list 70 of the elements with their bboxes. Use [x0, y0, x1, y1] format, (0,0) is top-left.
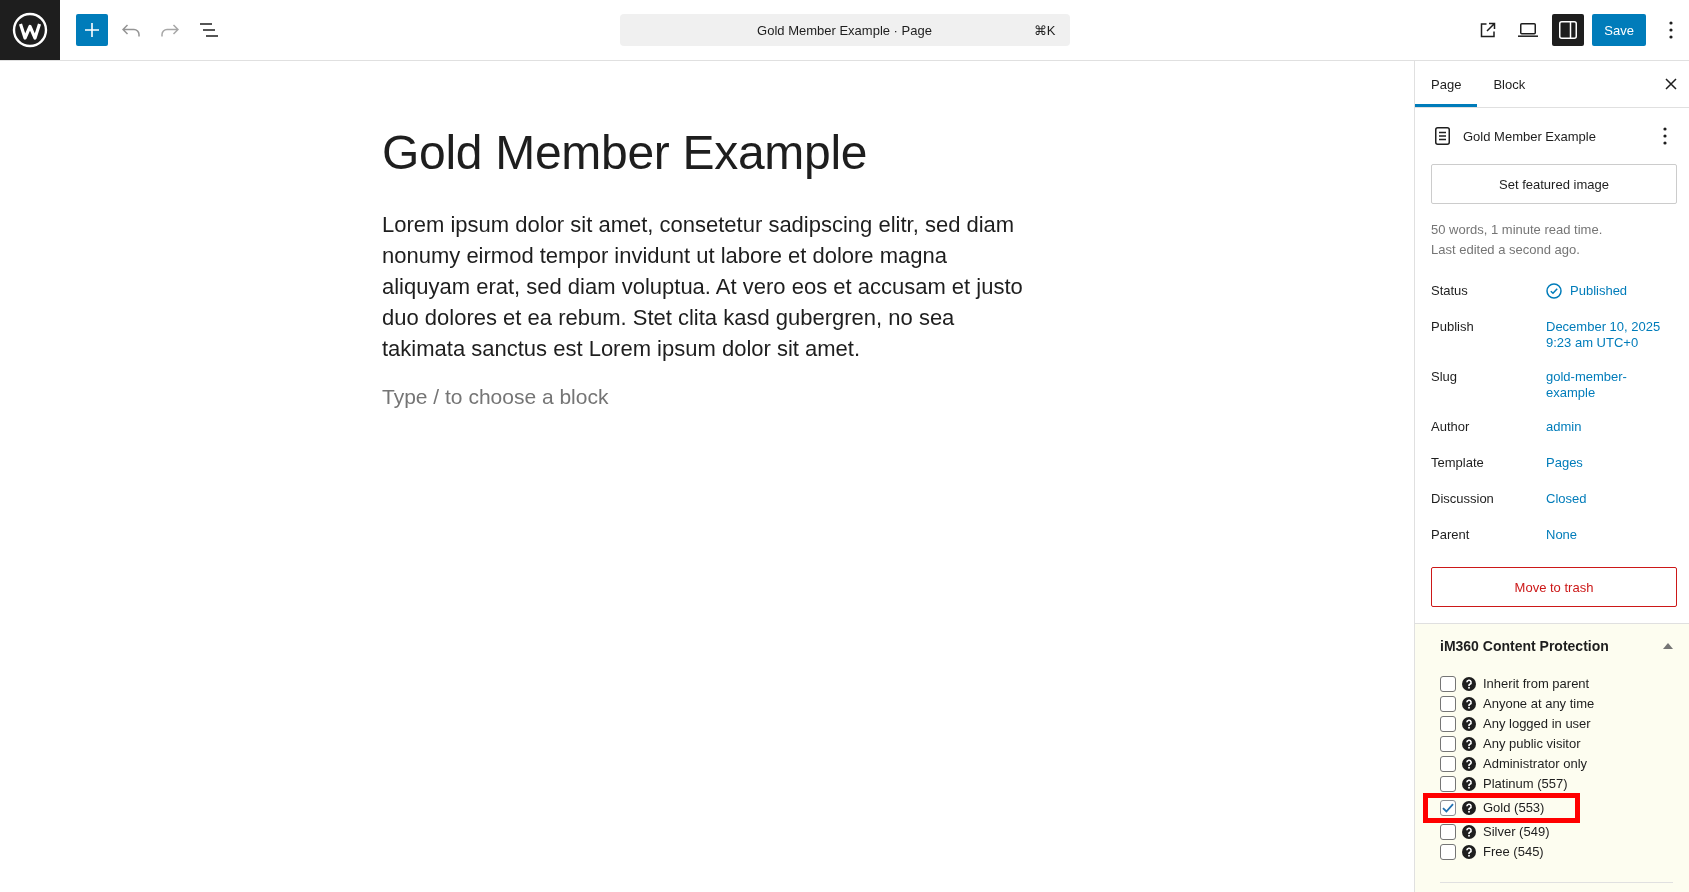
checkbox[interactable] [1440, 716, 1456, 732]
paragraph-text[interactable]: Lorem ipsum dolor sit amet, consetetur sadipscing elitr, sed diam nonumy eirmod tempor invidunt ut labore et dolore magna aliquyam erat, sed diam voluptua. At vero eos et accusam et justo duo dolores et ea rebum. Stet clita kasd gubergren, no sea takimata sanctus est Lorem ipsum dolor sit amet. [382, 208, 1032, 364]
checkbox[interactable] [1440, 844, 1456, 860]
checkbox[interactable] [1440, 824, 1456, 840]
document-title: Gold Member Example [1463, 128, 1596, 144]
field-value[interactable]: Closed [1546, 489, 1671, 507]
help-icon[interactable] [1462, 737, 1476, 751]
sidebar-toggle-button[interactable] [1552, 14, 1585, 46]
set-featured-image-button[interactable]: Set featured image [1431, 164, 1677, 204]
option-label: Inherit from parent [1483, 676, 1590, 692]
field-value[interactable]: None [1546, 525, 1671, 543]
field-label: Author [1431, 418, 1471, 436]
help-icon[interactable] [1462, 845, 1476, 859]
list-view-icon[interactable] [200, 23, 218, 37]
sidebar-tab[interactable]: Block [1477, 61, 1542, 107]
checkbox[interactable] [1440, 800, 1456, 816]
word-count-text: 50 words, 1 minute read time. [1431, 221, 1604, 239]
help-icon[interactable] [1462, 697, 1476, 711]
option-label: Silver (549) [1483, 824, 1550, 840]
option-label: Any public visitor [1483, 736, 1581, 752]
logo-icon[interactable] [0, 0, 60, 60]
undo-icon[interactable] [122, 23, 140, 37]
check-circle-icon [1546, 283, 1562, 299]
help-icon[interactable] [1462, 801, 1476, 815]
close-icon[interactable] [1665, 78, 1677, 90]
panel-title[interactable]: iM360 Content Protection [1440, 638, 1609, 654]
field-label: Discussion [1431, 490, 1495, 508]
add-block-button[interactable] [76, 14, 108, 46]
plus-icon [85, 23, 99, 37]
more-options-icon[interactable] [1663, 127, 1667, 145]
field-label: Publish [1431, 318, 1475, 336]
shortcut-hint: ⌘K [1033, 22, 1056, 38]
move-to-trash-button[interactable]: Move to trash [1431, 567, 1677, 607]
field-value[interactable]: December 10, 2025 9:23 am UTC+0 [1546, 317, 1671, 351]
option-label: Administrator only [1483, 756, 1588, 772]
help-icon[interactable] [1462, 777, 1476, 791]
help-icon[interactable] [1462, 825, 1476, 839]
field-value[interactable]: admin [1546, 417, 1671, 435]
status-value[interactable]: Published [1546, 281, 1671, 299]
last-edited-text: Last edited a second ago. [1431, 241, 1581, 259]
page-title[interactable]: Gold Member Example [382, 124, 1032, 182]
field-label: Status [1431, 282, 1469, 300]
checkbox[interactable] [1440, 776, 1456, 792]
laptop-icon[interactable] [1518, 23, 1539, 37]
checkbox[interactable] [1440, 696, 1456, 712]
option-label: Platinum (557) [1483, 776, 1568, 792]
sidebar-tab[interactable]: Page [1415, 61, 1478, 107]
caret-up-icon[interactable] [1663, 643, 1673, 649]
more-options-icon[interactable] [1669, 21, 1673, 39]
field-label: Slug [1431, 368, 1459, 386]
field-value[interactable]: gold-member-example [1546, 367, 1671, 401]
save-button[interactable]: Save [1592, 14, 1646, 46]
checkbox[interactable] [1440, 736, 1456, 752]
option-label: Any logged in user [1483, 716, 1591, 732]
field-value[interactable]: Pages [1546, 453, 1671, 471]
command-bar[interactable]: Gold Member Example · Page ⌘K [619, 14, 1070, 46]
checkbox[interactable] [1440, 676, 1456, 692]
help-icon[interactable] [1462, 757, 1476, 771]
field-label: Parent [1431, 526, 1471, 544]
option-label: Free (545) [1483, 844, 1544, 860]
help-icon[interactable] [1462, 677, 1476, 691]
field-label: Template [1431, 454, 1485, 472]
page-icon [1435, 127, 1450, 145]
help-icon[interactable] [1462, 717, 1476, 731]
external-link-icon[interactable] [1479, 21, 1498, 39]
checkbox[interactable] [1440, 756, 1456, 772]
sidebar-icon [1559, 21, 1578, 39]
option-label: Gold (553) [1483, 800, 1545, 816]
block-input[interactable]: Type / to choose a block [382, 381, 1032, 413]
option-label: Anyone at any time [1483, 696, 1595, 712]
